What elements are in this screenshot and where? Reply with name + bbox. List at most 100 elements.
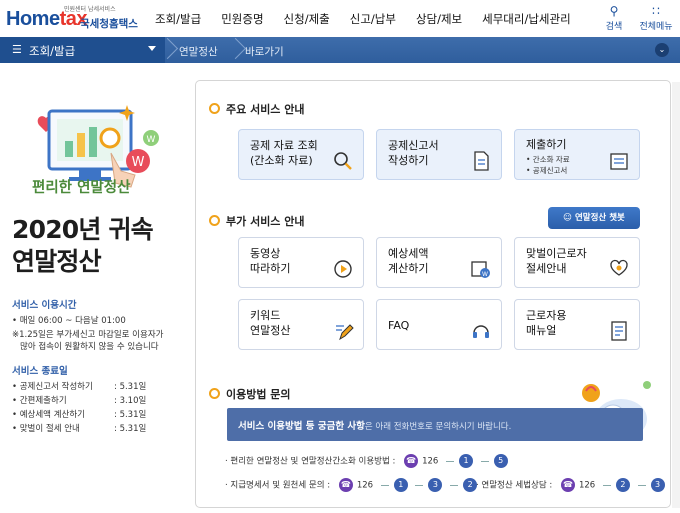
chatbot-label: 연말정산 챗봇 bbox=[574, 213, 625, 223]
phone-main-number: 126 bbox=[356, 480, 374, 491]
card-label-line2: 절세안내 bbox=[526, 262, 567, 275]
chatbot-icon: ☺ bbox=[563, 213, 575, 223]
gnb-item-consult[interactable]: 상담/제보 bbox=[416, 11, 462, 27]
card-label: 키워드연말정산 bbox=[250, 308, 290, 338]
phone-main-number: 126 bbox=[578, 480, 596, 491]
document-icon bbox=[474, 151, 489, 171]
phone-icon: ☎ bbox=[404, 454, 419, 468]
global-nav: 조회/발급 민원증명 신청/제출 신고/납부 상담/제보 세무대리/납세관리 bbox=[155, 11, 591, 27]
end-date-label: • 예상세액 계산하기 bbox=[12, 410, 85, 420]
phone-label: · 지급명세서 및 원천세 문의 : bbox=[225, 480, 331, 491]
card-label-line1: 근로자용 bbox=[526, 309, 567, 322]
chatbot-button[interactable]: ☺ 연말정산 챗봇 bbox=[548, 207, 640, 229]
svg-text:W: W bbox=[147, 135, 156, 145]
card-label-line1: FAQ bbox=[388, 319, 410, 332]
phone-icon: ☎ bbox=[560, 478, 575, 492]
grid-icon: ∷ bbox=[652, 4, 660, 18]
breadcrumb-shortcut[interactable]: 바로가기 bbox=[245, 44, 284, 59]
card-label-line2: 계산하기 bbox=[388, 262, 429, 275]
top-header: 민원센터 납세서비스 Hometax 국세청홈택스 조회/발급 민원증명 신청/… bbox=[0, 0, 680, 37]
breadcrumb-year-end[interactable]: 연말정산 bbox=[179, 44, 218, 59]
scrollbar[interactable] bbox=[672, 82, 680, 508]
pencil-icon bbox=[336, 324, 354, 341]
extra-services-heading: 부가 서비스 안내 bbox=[209, 213, 305, 229]
extension-digit: 1 bbox=[459, 454, 473, 468]
logo-brand-main: Home bbox=[6, 8, 60, 30]
card-label-line1: 예상세액 bbox=[388, 247, 429, 260]
inquiry-banner: 서비스 이용방법 등 궁금한 사항은 아래 전화번호로 문의하시기 바랍니다. bbox=[227, 408, 643, 441]
breadcrumb-separator bbox=[160, 37, 170, 63]
dash bbox=[446, 460, 454, 462]
card-label: 맞벌이근로자절세안내 bbox=[526, 246, 587, 276]
card-manual[interactable]: 근로자용매뉴얼 bbox=[514, 299, 640, 350]
main-services-heading: 주요 서비스 안내 bbox=[209, 101, 305, 117]
end-date-value: : 5.31일 bbox=[114, 382, 147, 392]
gnb-item-inquiry[interactable]: 조회/발급 bbox=[155, 11, 201, 27]
gnb-item-agent[interactable]: 세무대리/납세관리 bbox=[482, 11, 571, 27]
phone-line-tax-law: · 연말정산 세법상담 : ☎ 126 2 3 bbox=[476, 478, 670, 492]
dash bbox=[480, 460, 489, 462]
card-dual-income[interactable]: 맞벌이근로자절세안내 bbox=[514, 237, 640, 288]
end-date-value: : 3.10일 bbox=[114, 396, 147, 406]
headset-icon bbox=[473, 325, 489, 338]
phone-label: · 연말정산 세법상담 : bbox=[476, 480, 553, 491]
banner-rest: 은 아래 전화번호로 문의하시기 바랍니다. bbox=[364, 422, 512, 432]
left-panel: W W 편리한 연말정산 2020년 귀속 연말정산 서비스 이용시간 • 매일… bbox=[0, 63, 195, 513]
magnifier-icon bbox=[334, 152, 352, 170]
all-menu-button[interactable]: ∷ 전체메뉴 bbox=[636, 5, 676, 32]
phone-icon: ☎ bbox=[338, 478, 353, 492]
card-label: 공제신고서 작성하기 bbox=[388, 138, 439, 168]
breadcrumb-bar: ☰ 조회/발급 연말정산 바로가기 ⌄ bbox=[0, 37, 680, 63]
hometax-logo[interactable]: 민원센터 납세서비스 Hometax 국세청홈택스 bbox=[6, 4, 146, 34]
card-video-guide[interactable]: 동영상 따라하기 bbox=[238, 237, 364, 288]
end-date-value: : 5.31일 bbox=[114, 424, 147, 434]
end-date-item: • 간편제출하기 : 3.10일 bbox=[12, 394, 146, 406]
gnb-item-certificate[interactable]: 민원증명 bbox=[221, 11, 263, 27]
card-label-line1: 키워드 bbox=[250, 309, 281, 322]
extension-digit: 1 bbox=[393, 478, 408, 492]
svg-text:W: W bbox=[132, 155, 145, 170]
phone-line-simplified: · 편리한 연말정산 및 연말정산간소화 이용방법 : ☎ 126 1 5 bbox=[225, 454, 513, 468]
card-submit[interactable]: 제출하기 • 간소화 자료 • 공제신고서 bbox=[514, 129, 640, 180]
phone-line-withholding: · 지급명세서 및 원천세 문의 : ☎ 126 1 3 2 bbox=[225, 478, 482, 492]
card-tax-estimate[interactable]: 예상세액계산하기 W bbox=[376, 237, 502, 288]
end-date-value: : 5.31일 bbox=[114, 410, 147, 420]
card-faq[interactable]: FAQ bbox=[376, 299, 502, 350]
menu-dropdown[interactable]: ☰ 조회/발급 bbox=[0, 37, 165, 63]
extension-digit: 3 bbox=[650, 478, 665, 492]
gnb-item-apply[interactable]: 신청/제출 bbox=[284, 11, 330, 27]
dash bbox=[380, 484, 389, 486]
card-label-line1: 맞벌이근로자 bbox=[526, 247, 587, 260]
end-date-label: • 간편제출하기 bbox=[12, 396, 67, 406]
end-date-label: • 공제신고서 작성하기 bbox=[12, 382, 93, 392]
svg-text:W: W bbox=[482, 271, 488, 278]
logo-brand: Hometax bbox=[6, 8, 87, 31]
hamburger-icon: ☰ bbox=[12, 43, 22, 56]
banner-text: 서비스 이용방법 등 궁금한 사항은 아래 전화번호로 문의하시기 바랍니다. bbox=[238, 418, 511, 432]
search-label: 검색 bbox=[605, 22, 623, 32]
breadcrumb-separator bbox=[228, 37, 238, 63]
calculator-icon: W bbox=[471, 261, 490, 278]
card-deduction-form[interactable]: 공제신고서 작성하기 bbox=[376, 129, 502, 180]
search-button[interactable]: ⚲ 검색 bbox=[594, 5, 634, 32]
end-date-item: • 맞벌이 절세 안내 : 5.31일 bbox=[12, 422, 146, 434]
service-note-2: 많아 접속이 원활하지 않을 수 있습니다 bbox=[20, 342, 159, 352]
card-bullet: • 간소화 자료 bbox=[526, 155, 570, 164]
manual-icon bbox=[611, 321, 627, 341]
card-deduction-lookup[interactable]: 공제 자료 조회 (간소화 자료) bbox=[238, 129, 364, 180]
logo-korean: 국세청홈택스 bbox=[80, 18, 138, 30]
left-subtitle: 편리한 연말정산 bbox=[32, 180, 131, 196]
card-keyword[interactable]: 키워드연말정산 bbox=[238, 299, 364, 350]
card-label-line2: 매뉴얼 bbox=[526, 324, 557, 337]
caret-down-icon bbox=[148, 46, 156, 51]
left-title: 2020년 귀속 연말정산 bbox=[12, 214, 154, 278]
end-date-label: • 맞벌이 절세 안내 bbox=[12, 424, 80, 434]
service-note-1: ※1.25일은 부가세신고 마감일로 이용자가 bbox=[12, 330, 164, 340]
end-date-heading: 서비스 종료일 bbox=[12, 366, 68, 377]
service-panel: 주요 서비스 안내 공제 자료 조회 (간소화 자료) 공제신고서 작성하기 제출하… bbox=[195, 80, 671, 508]
card-label-line2: 연말정산 bbox=[250, 324, 291, 337]
extension-digit: 2 bbox=[615, 478, 630, 492]
gnb-item-report[interactable]: 신고/납부 bbox=[350, 11, 396, 27]
dash bbox=[637, 484, 646, 486]
chevron-down-icon[interactable]: ⌄ bbox=[655, 43, 669, 57]
